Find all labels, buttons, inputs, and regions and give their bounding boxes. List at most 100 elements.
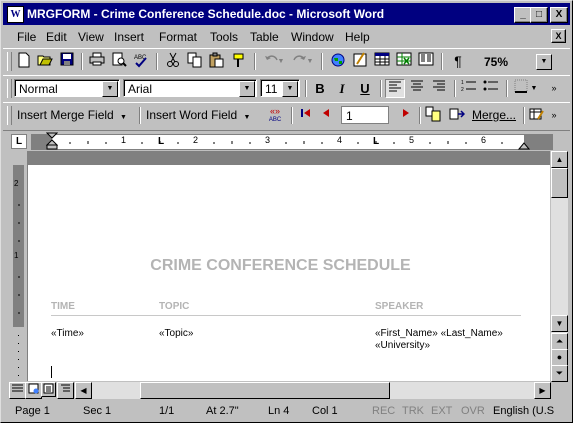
insert-word-field-button[interactable]: Insert Word Field ▼ [146,106,250,125]
word-app-icon[interactable]: W [7,6,24,23]
menu-table[interactable]: Table [250,30,279,44]
menu-help[interactable]: Help [345,30,370,44]
merge-field-university[interactable]: «University» [375,340,430,351]
cut-scissors-icon[interactable] [163,52,183,71]
menu-tools[interactable]: Tools [210,30,238,44]
more-buttons-icon[interactable]: » [548,79,560,98]
bullets-icon[interactable] [481,79,501,98]
align-right-icon[interactable] [429,79,449,98]
horizontal-scroll-track[interactable] [92,382,534,399]
indent-marker-icon[interactable] [46,132,58,150]
merge-field-topic[interactable]: «Topic» [159,328,193,339]
ruler-strip[interactable]: 1 2 3 4 5 6 L L [31,132,553,150]
edit-data-source-icon[interactable] [527,106,547,125]
merge-field-speaker-name[interactable]: «First_Name» «Last_Name» [375,328,503,339]
tab-stop-marker[interactable]: L [373,136,379,147]
print-layout-view-icon[interactable] [41,382,56,397]
status-ext[interactable]: EXT [431,405,452,417]
menu-view[interactable]: View [78,30,104,44]
more-buttons-icon[interactable]: » [548,106,560,125]
view-merged-data-icon[interactable]: «» ABC [265,106,285,125]
zoom-dropdown-icon[interactable]: ▼ [536,54,552,70]
tables-borders-icon[interactable] [350,52,370,71]
horizontal-ruler[interactable]: L 1 2 3 4 5 6 L L [3,132,570,150]
web-layout-view-icon[interactable] [25,382,42,399]
font-size-combo[interactable]: 11 ▼ [260,79,300,97]
align-left-icon[interactable] [385,79,405,98]
menu-edit[interactable]: Edit [46,30,67,44]
vertical-ruler[interactable]: 2 1 [11,151,28,381]
print-icon[interactable] [87,52,107,71]
save-disk-icon[interactable] [57,52,77,71]
undo-dropdown-icon[interactable]: ▼ [276,52,286,71]
underline-button[interactable]: U [355,79,375,98]
normal-view-icon[interactable] [9,382,26,399]
borders-dropdown-icon[interactable]: ▼ [529,79,539,98]
vertical-scrollbar[interactable]: ▲ ▼ ⏶ ● ⏷ [551,151,568,382]
columns-icon[interactable] [416,52,436,71]
document-close-button[interactable]: X [551,29,566,43]
scroll-right-icon[interactable]: ▶ [534,382,551,399]
font-combo[interactable]: Arial ▼ [123,79,257,97]
mail-merge-helper-icon[interactable] [423,106,443,125]
close-button[interactable]: X [550,7,568,23]
new-document-icon[interactable] [14,52,34,71]
next-page-icon[interactable]: ⏷ [551,365,568,382]
scroll-thumb[interactable] [551,168,568,198]
previous-record-icon[interactable] [316,106,336,125]
font-dropdown-icon[interactable]: ▼ [239,81,255,97]
borders-icon[interactable] [511,79,531,98]
menu-insert[interactable]: Insert [114,30,144,44]
previous-page-icon[interactable]: ⏶ [551,333,568,350]
ruler-number: 3 [265,135,271,145]
paste-clipboard-icon[interactable] [207,52,227,71]
right-indent-marker-icon[interactable] [518,141,530,150]
align-center-icon[interactable] [407,79,427,98]
show-hide-paragraph-icon[interactable]: ¶ [448,52,468,71]
toolbar-grip[interactable] [7,79,12,98]
insert-table-icon[interactable] [372,52,392,71]
toolbar-grip[interactable] [7,52,12,71]
scroll-left-icon[interactable]: ◀ [75,382,92,399]
tab-selector[interactable]: L [11,134,27,149]
title-bar[interactable]: W MRGFORM - Crime Conference Schedule.do… [3,3,570,25]
status-ovr[interactable]: OVR [461,405,485,417]
merge-to-document-icon[interactable] [447,106,467,125]
insert-excel-icon[interactable] [394,52,414,71]
menu-format[interactable]: Format [159,30,197,44]
open-folder-icon[interactable] [35,52,55,71]
next-record-icon[interactable] [396,106,416,125]
go-to-record-field[interactable]: 1 [341,106,389,124]
toolbar-grip[interactable] [7,106,12,125]
web-globe-icon[interactable] [328,52,348,71]
zoom-combo[interactable]: 75% ▼ [473,52,553,70]
bold-button[interactable]: B [310,79,330,98]
format-painter-brush-icon[interactable] [229,52,249,71]
maximize-button[interactable]: □ [530,7,548,23]
status-rec[interactable]: REC [372,405,395,417]
copy-icon[interactable] [185,52,205,71]
document-page[interactable]: CRIME CONFERENCE SCHEDULE TIME TOPIC SPE… [11,151,550,381]
scroll-down-icon[interactable]: ▼ [551,315,568,332]
horizontal-scroll-thumb[interactable] [140,382,390,399]
menu-window[interactable]: Window [291,30,334,44]
scroll-up-icon[interactable]: ▲ [551,151,568,168]
merge-field-time[interactable]: «Time» [51,328,84,339]
insert-merge-field-button[interactable]: Insert Merge Field ▼ [17,106,127,125]
first-record-icon[interactable] [295,106,315,125]
italic-button[interactable]: I [332,79,352,98]
status-trk[interactable]: TRK [402,405,424,417]
tab-stop-marker[interactable]: L [158,136,164,147]
style-dropdown-icon[interactable]: ▼ [102,81,118,97]
merge-button[interactable]: Merge... [472,106,516,125]
insert-merge-field-label: Insert Merge Field [17,108,114,122]
print-preview-icon[interactable] [109,52,129,71]
font-size-dropdown-icon[interactable]: ▼ [282,81,298,97]
numbering-icon[interactable]: 12 [459,79,479,98]
spelling-check-icon[interactable]: ABC [131,52,151,71]
redo-dropdown-icon[interactable]: ▼ [305,52,315,71]
menu-file[interactable]: File [17,30,36,44]
style-combo[interactable]: Normal ▼ [14,79,120,97]
select-browse-object-icon[interactable]: ● [551,349,568,366]
outline-view-icon[interactable] [57,382,74,399]
